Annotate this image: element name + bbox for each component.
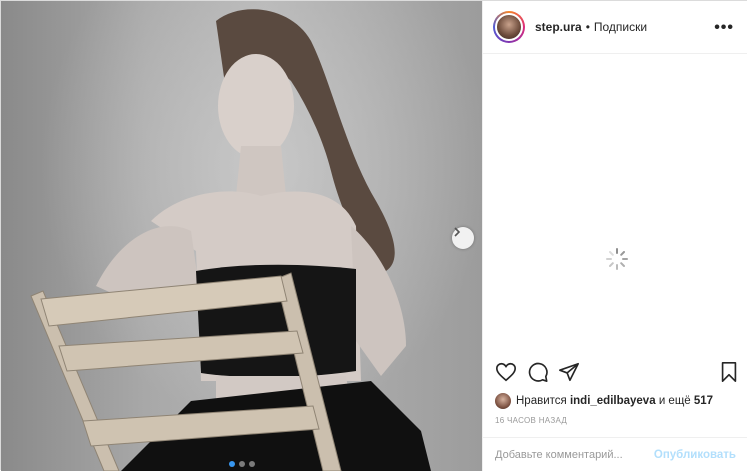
post-header: step.ura • Подписки ••• — [483, 1, 747, 54]
chevron-right-icon — [454, 227, 461, 237]
post-timestamp[interactable]: 16 ЧАСОВ НАЗАД — [495, 416, 567, 425]
photo-neck — [236, 146, 286, 196]
likes-summary: Нравится indi_edilbayeva и ещё 517 — [495, 393, 713, 409]
header-separator: • — [585, 20, 590, 34]
publish-button[interactable]: Опубликовать — [654, 449, 736, 461]
avatar — [495, 13, 523, 41]
more-options-icon[interactable]: ••• — [714, 19, 734, 37]
liked-by-link[interactable]: indi_edilbayeva — [570, 395, 656, 407]
carousel-dot — [249, 461, 255, 467]
next-slide-button[interactable] — [452, 227, 474, 249]
liker-avatar[interactable] — [495, 393, 511, 409]
comment-form: Опубликовать — [483, 437, 747, 471]
heart-icon[interactable] — [495, 361, 517, 383]
likes-prefix: Нравится — [516, 395, 567, 407]
photo-face — [218, 54, 294, 158]
comment-icon[interactable] — [527, 361, 549, 383]
comment-input[interactable] — [495, 448, 654, 461]
instagram-post: step.ura • Подписки ••• Нравится indi_ed… — [0, 0, 747, 471]
bookmark-icon[interactable] — [719, 361, 739, 383]
story-ring[interactable] — [493, 11, 525, 43]
carousel-indicator — [229, 461, 255, 467]
post-photo[interactable] — [1, 1, 482, 471]
spinner-icon — [606, 248, 628, 270]
likes-middle: и ещё — [658, 395, 691, 407]
photo-illustration — [30, 9, 431, 471]
post-side-panel: step.ura • Подписки ••• Нравится indi_ed… — [482, 1, 747, 471]
action-bar — [495, 361, 740, 387]
carousel-dot — [239, 461, 245, 467]
comments-area — [483, 55, 747, 355]
carousel-dot — [229, 461, 235, 467]
following-button[interactable]: Подписки — [594, 20, 647, 34]
username-link[interactable]: step.ura — [535, 20, 582, 34]
share-icon[interactable] — [558, 361, 580, 383]
likes-count-link[interactable]: 517 — [694, 395, 713, 407]
